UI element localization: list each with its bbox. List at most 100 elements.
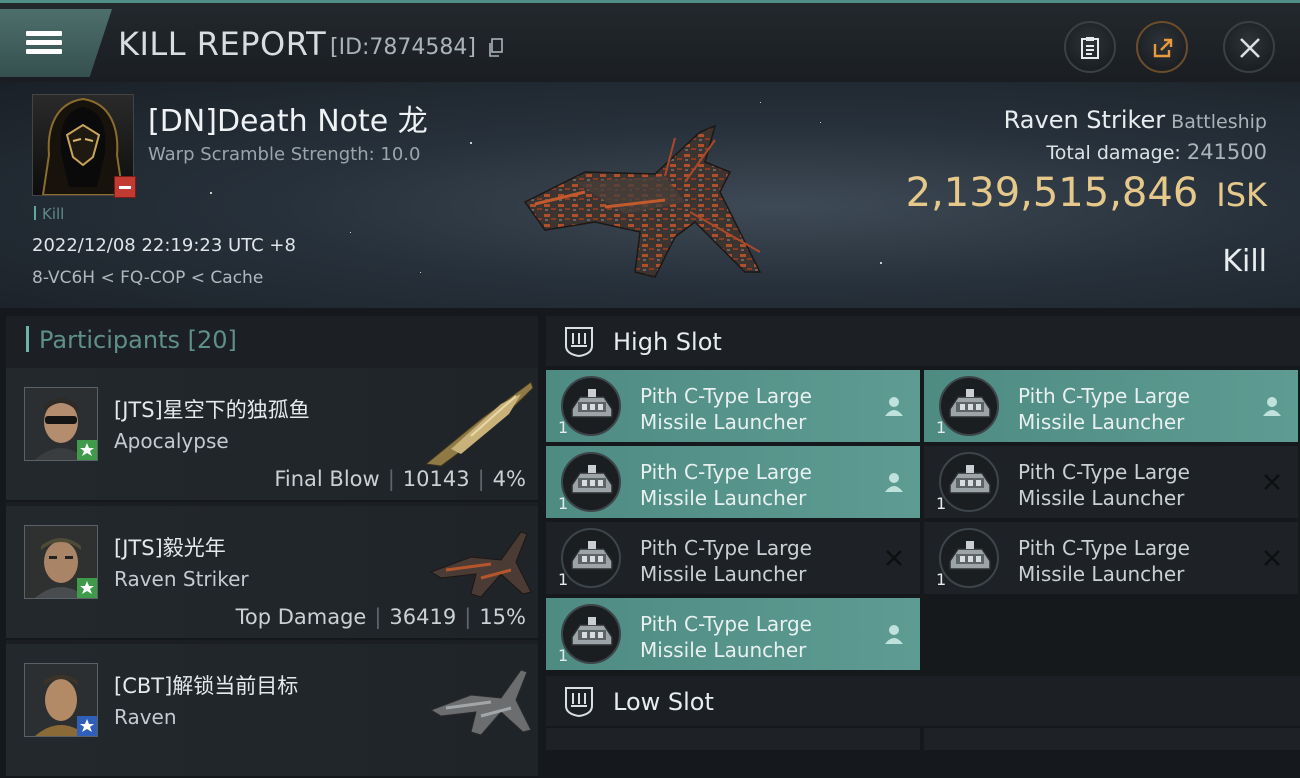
ship-name[interactable]: Raven Striker <box>1004 106 1166 134</box>
star-badge-icon <box>77 440 97 460</box>
low-slot-title: Low Slot <box>613 688 714 716</box>
participant-row[interactable]: [CBT]解锁当前目标 Raven <box>6 644 538 778</box>
participant-name: [CBT]解锁当前目标 <box>114 674 299 698</box>
share-icon <box>1153 38 1173 58</box>
participants-header: Participants [20] <box>6 316 538 368</box>
victim-ship: Raven Striker Battleship <box>1004 106 1267 134</box>
module-quantity: 1 <box>936 418 947 437</box>
person-icon <box>885 397 903 416</box>
missile-launcher-icon <box>939 452 999 512</box>
participant-row[interactable]: [JTS]毅光年 Raven Striker Top Damage | 36419 |… <box>6 506 538 640</box>
high-slot-icon <box>565 327 593 358</box>
high-slot-title: High Slot <box>613 328 722 356</box>
missile-launcher-icon <box>561 604 621 664</box>
minus-badge-icon <box>114 176 136 198</box>
low-slot-icon <box>565 687 593 718</box>
kill-datetime: 2022/12/08 22:19:23 UTC +8 <box>32 235 296 256</box>
isk-unit: ISK <box>1216 176 1267 214</box>
kill-tag: Kill <box>34 205 64 223</box>
isk-value: 2,139,515,846 ISK <box>906 170 1267 216</box>
participant-name: [JTS]毅光年 <box>114 536 226 560</box>
share-button[interactable] <box>1136 21 1188 73</box>
page-title: KILL REPORT <box>118 25 327 63</box>
top-bar: KILL REPORT [ID:7874584] <box>0 0 1300 82</box>
participant-percent: 4% <box>492 467 526 491</box>
isk-amount: 2,139,515,846 <box>905 170 1199 216</box>
module-name: Pith C-Type Large Missile Launcher <box>640 460 812 510</box>
menu-button[interactable] <box>0 9 112 77</box>
star-badge-icon <box>77 716 97 736</box>
total-damage-value: 241500 <box>1186 140 1267 164</box>
module-item[interactable]: 1 Pith C-Type Large Missile Launcher <box>546 598 920 670</box>
kill-summary-banner: [DN]Death Note 龙 Warp Scramble Strength:… <box>0 82 1300 308</box>
module-name: Pith C-Type Large Missile Launcher <box>640 612 812 662</box>
participant-ship: Raven Striker <box>114 567 249 591</box>
module-name: Pith C-Type Large Missile Launcher <box>640 384 812 434</box>
participant-damage: 10143 <box>402 467 470 491</box>
module-item[interactable]: 1 Pith C-Type Large Missile Launcher <box>924 522 1298 594</box>
low-slot-header: Low Slot <box>546 676 1300 726</box>
kill-location: 8-VC6H < FQ-COP < Cache <box>32 268 264 288</box>
missile-launcher-icon <box>939 376 999 436</box>
hamburger-menu-icon <box>26 31 62 55</box>
module-item[interactable]: 1 Pith C-Type Large Missile Launcher <box>546 522 920 594</box>
participant-ship-image <box>429 531 532 598</box>
participant-stats: Final Blow | 10143 | 4% <box>274 467 526 491</box>
close-button[interactable] <box>1223 21 1275 73</box>
clipboard-button[interactable] <box>1064 21 1116 73</box>
module-quantity: 1 <box>936 570 947 589</box>
missile-launcher-icon <box>939 528 999 588</box>
missile-launcher-icon <box>561 452 621 512</box>
star-badge-icon <box>77 578 97 598</box>
x-icon <box>1264 474 1280 490</box>
x-icon <box>1264 550 1280 566</box>
kill-result: Kill <box>1222 244 1267 279</box>
participant-ship-image <box>429 669 532 736</box>
missile-launcher-icon <box>561 528 621 588</box>
participant-role: Final Blow <box>274 467 380 491</box>
person-icon <box>885 473 903 492</box>
module-name: Pith C-Type Large Missile Launcher <box>1018 460 1190 510</box>
participant-avatar[interactable] <box>24 663 98 737</box>
high-slot-header: High Slot <box>546 316 1300 366</box>
low-slot-module[interactable] <box>924 728 1300 750</box>
participants-panel: Participants [20] [JTS]星空下的独孤鱼 Apocalyps… <box>6 316 538 778</box>
missile-launcher-icon <box>561 376 621 436</box>
module-item[interactable]: 1 Pith C-Type Large Missile Launcher <box>546 446 920 518</box>
participant-ship: Apocalypse <box>114 429 229 453</box>
participant-role: Top Damage <box>235 605 367 629</box>
module-quantity: 1 <box>558 418 569 437</box>
module-quantity: 1 <box>936 494 947 513</box>
module-name: Pith C-Type Large Missile Launcher <box>1018 384 1190 434</box>
x-icon <box>886 550 902 566</box>
participant-name: [JTS]星空下的独孤鱼 <box>114 398 310 422</box>
participants-title: Participants [20] <box>26 326 237 354</box>
warp-scramble-strength: Warp Scramble Strength: 10.0 <box>148 144 421 165</box>
participant-percent: 15% <box>479 605 526 629</box>
victim-ship-image <box>523 124 762 278</box>
clipboard-icon <box>1081 37 1099 59</box>
module-quantity: 1 <box>558 570 569 589</box>
participant-damage: 36419 <box>389 605 457 629</box>
module-quantity: 1 <box>558 494 569 513</box>
total-damage: Total damage: 241500 <box>1046 140 1267 164</box>
close-icon <box>1240 38 1260 58</box>
participant-ship-image <box>424 381 534 467</box>
total-damage-label: Total damage: <box>1046 142 1181 164</box>
victim-name[interactable]: [DN]Death Note 龙 <box>148 96 428 140</box>
copy-icon[interactable] <box>488 38 504 58</box>
module-quantity: 1 <box>558 646 569 665</box>
module-item[interactable]: 1 Pith C-Type Large Missile Launcher <box>924 370 1298 442</box>
ship-class: Battleship <box>1171 111 1267 133</box>
participant-avatar[interactable] <box>24 387 98 461</box>
participant-ship: Raven <box>114 705 177 729</box>
participant-avatar[interactable] <box>24 525 98 599</box>
person-icon <box>1263 397 1281 416</box>
participant-row[interactable]: [JTS]星空下的独孤鱼 Apocalypse Final Blow | 10143… <box>6 368 538 502</box>
module-name: Pith C-Type Large Missile Launcher <box>640 536 812 586</box>
module-name: Pith C-Type Large Missile Launcher <box>1018 536 1190 586</box>
module-item[interactable]: 1 Pith C-Type Large Missile Launcher <box>924 446 1298 518</box>
low-slot-module[interactable] <box>546 728 920 750</box>
module-item[interactable]: 1 Pith C-Type Large Missile Launcher <box>546 370 920 442</box>
fitting-panel: High Slot 1 Pith C-Type Large Missile Lau… <box>546 316 1300 750</box>
